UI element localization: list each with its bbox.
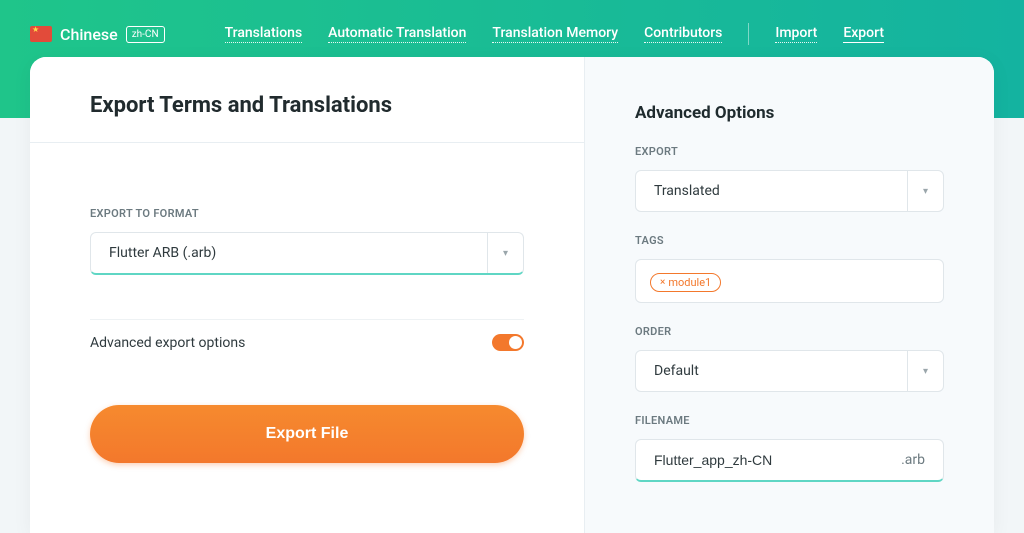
language-name: Chinese: [60, 25, 118, 44]
nav-contributors[interactable]: Contributors: [644, 25, 722, 43]
nav-translations[interactable]: Translations: [225, 25, 303, 43]
format-label: EXPORT TO FORMAT: [90, 207, 524, 220]
chevron-down-icon[interactable]: ▾: [907, 171, 943, 211]
order-label: ORDER: [635, 325, 944, 338]
advanced-toggle[interactable]: [492, 334, 524, 351]
advanced-options-title: Advanced Options: [635, 103, 944, 123]
nav-divider: [748, 23, 749, 45]
order-value: Default: [636, 351, 907, 391]
left-pane: Export Terms and Translations EXPORT TO …: [30, 57, 585, 533]
advanced-toggle-label: Advanced export options: [90, 335, 245, 351]
nav-translation-memory[interactable]: Translation Memory: [492, 25, 618, 43]
flag-icon: [30, 26, 52, 42]
main-card: Export Terms and Translations EXPORT TO …: [30, 57, 994, 533]
nav-import[interactable]: Import: [775, 25, 817, 43]
export-file-button[interactable]: Export File: [90, 405, 524, 463]
tags-input[interactable]: ×module1: [635, 259, 944, 303]
chevron-down-icon[interactable]: ▾: [487, 233, 523, 273]
filename-input[interactable]: [654, 440, 901, 480]
tag-label: module1: [668, 276, 711, 289]
format-select-value: Flutter ARB (.arb): [91, 233, 487, 273]
advanced-toggle-row: Advanced export options: [90, 319, 524, 351]
nav-automatic-translation[interactable]: Automatic Translation: [328, 25, 466, 43]
export-filter-value: Translated: [636, 171, 907, 211]
language-code-badge: zh-CN: [126, 26, 165, 43]
export-filter-label: EXPORT: [635, 145, 944, 158]
filename-extension: .arb: [901, 452, 925, 468]
right-pane: Advanced Options EXPORT Translated ▾ TAG…: [585, 57, 994, 533]
tags-label: TAGS: [635, 234, 944, 247]
filename-input-wrapper: .arb: [635, 439, 944, 482]
chevron-down-icon[interactable]: ▾: [907, 351, 943, 391]
page-title: Export Terms and Translations: [90, 93, 524, 118]
main-nav: Translations Automatic Translation Trans…: [225, 23, 884, 45]
tag-chip[interactable]: ×module1: [650, 273, 721, 292]
tag-remove-icon[interactable]: ×: [660, 277, 665, 288]
nav-export[interactable]: Export: [843, 25, 884, 43]
filename-label: FILENAME: [635, 414, 944, 427]
order-select[interactable]: Default ▾: [635, 350, 944, 392]
export-filter-select[interactable]: Translated ▾: [635, 170, 944, 212]
language-indicator: Chinese zh-CN: [30, 25, 165, 44]
format-select[interactable]: Flutter ARB (.arb) ▾: [90, 232, 524, 275]
